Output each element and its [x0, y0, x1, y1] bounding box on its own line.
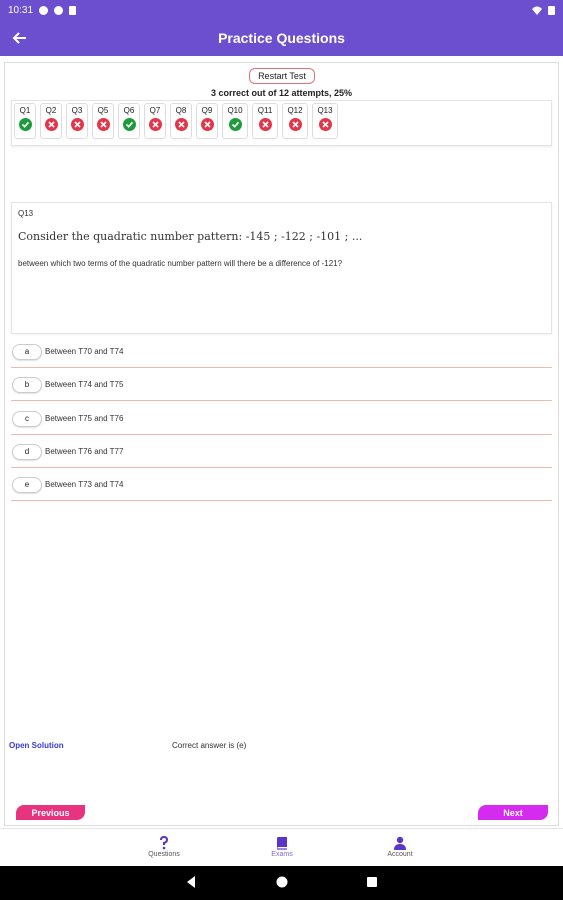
nav-label: Account	[387, 851, 413, 858]
question-tile[interactable]: Q6	[118, 103, 140, 139]
check-icon	[228, 118, 242, 131]
question-tile[interactable]: Q12	[282, 103, 308, 139]
question-tile[interactable]: Q10	[222, 103, 248, 139]
option-c[interactable]: c Between T75 and T76	[11, 403, 552, 435]
person-icon	[393, 835, 407, 851]
check-icon	[122, 118, 136, 131]
correct-answer-text: Correct answer is (e)	[172, 741, 247, 750]
option-letter[interactable]: e	[12, 476, 42, 493]
restart-test-button[interactable]: Restart Test	[249, 68, 315, 84]
book-icon	[275, 835, 289, 851]
question-tile-label: Q5	[97, 106, 109, 115]
nav-label: Exams	[271, 851, 293, 858]
cross-icon	[318, 118, 332, 131]
cross-icon	[288, 118, 302, 131]
option-letter[interactable]: a	[12, 343, 42, 360]
cross-icon	[70, 118, 84, 131]
sync-icon	[54, 5, 64, 15]
option-b[interactable]: b Between T74 and T75	[11, 369, 552, 401]
question-tile[interactable]: Q5	[92, 103, 114, 139]
recents-square-icon[interactable]	[365, 875, 379, 889]
option-letter[interactable]: d	[12, 443, 42, 460]
option-text: Between T73 and T74	[45, 480, 124, 489]
question-tile[interactable]: Q1	[14, 103, 36, 139]
question-icon	[159, 835, 169, 851]
cross-icon	[96, 118, 110, 131]
question-tile[interactable]: Q2	[40, 103, 62, 139]
next-button[interactable]: Next	[478, 805, 548, 820]
open-solution-link[interactable]: Open Solution	[9, 741, 64, 750]
option-letter[interactable]: c	[12, 410, 42, 427]
nav-exams[interactable]: Exams	[252, 835, 312, 858]
question-tile[interactable]: Q13	[312, 103, 338, 139]
question-tile-label: Q8	[175, 106, 187, 115]
bottom-navigation: Questions Exams Account	[0, 828, 563, 866]
wifi-icon	[532, 6, 542, 15]
question-tile[interactable]: Q8	[170, 103, 192, 139]
question-text: Consider the quadratic number pattern: -…	[18, 230, 363, 243]
storage-icon	[69, 5, 77, 15]
app-bar: Practice Questions	[0, 20, 563, 56]
question-tile-label: Q9	[201, 106, 213, 115]
question-tile-label: Q6	[123, 106, 135, 115]
score-summary: 3 correct out of 12 attempts, 25%	[210, 88, 353, 98]
check-icon	[18, 118, 32, 131]
cross-icon	[174, 118, 188, 131]
question-panel: Q13 Consider the quadratic number patter…	[11, 202, 552, 334]
option-text: Between T76 and T77	[45, 447, 124, 456]
option-d[interactable]: d Between T76 and T77	[11, 436, 552, 468]
question-number: Q13	[18, 209, 34, 218]
question-tile-label: Q13	[317, 106, 333, 115]
battery-icon	[548, 5, 555, 15]
question-subtext: between which two terms of the quadratic…	[18, 259, 343, 268]
question-tile[interactable]: Q11	[252, 103, 278, 139]
notification-icon	[39, 5, 49, 15]
cross-icon	[148, 118, 162, 131]
cross-icon	[258, 118, 272, 131]
option-text: Between T70 and T74	[45, 347, 124, 356]
previous-button[interactable]: Previous	[16, 805, 85, 820]
question-tile-label: Q1	[19, 106, 31, 115]
cross-icon	[200, 118, 214, 131]
system-navigation-bar	[0, 866, 563, 900]
question-tile[interactable]: Q9	[196, 103, 218, 139]
back-arrow-icon[interactable]	[10, 28, 30, 48]
status-time: 10:31	[8, 4, 34, 16]
option-text: Between T74 and T75	[45, 380, 124, 389]
home-circle-icon[interactable]	[275, 875, 289, 889]
option-text: Between T75 and T76	[45, 414, 124, 423]
nav-label: Questions	[148, 851, 180, 858]
question-tile[interactable]: Q3	[66, 103, 88, 139]
page-title: Practice Questions	[218, 30, 345, 46]
question-tile-label: Q3	[71, 106, 83, 115]
question-tile[interactable]: Q7	[144, 103, 166, 139]
option-a[interactable]: a Between T70 and T74	[11, 336, 552, 368]
option-e[interactable]: e Between T73 and T74	[11, 469, 552, 501]
nav-questions[interactable]: Questions	[134, 835, 194, 858]
question-tile-label: Q11	[257, 106, 273, 115]
question-tile-label: Q7	[149, 106, 161, 115]
nav-account[interactable]: Account	[370, 835, 430, 858]
question-tile-label: Q2	[45, 106, 57, 115]
back-triangle-icon[interactable]	[184, 875, 198, 889]
cross-icon	[44, 118, 58, 131]
option-letter[interactable]: b	[12, 376, 42, 393]
question-tile-label: Q10	[227, 106, 243, 115]
status-bar: 10:31	[0, 0, 563, 20]
question-navigator: Q1 Q2 Q3 Q5 Q6 Q7 Q8 Q9 Q10 Q11 Q12 Q13	[11, 100, 552, 146]
question-tile-label: Q12	[287, 106, 303, 115]
